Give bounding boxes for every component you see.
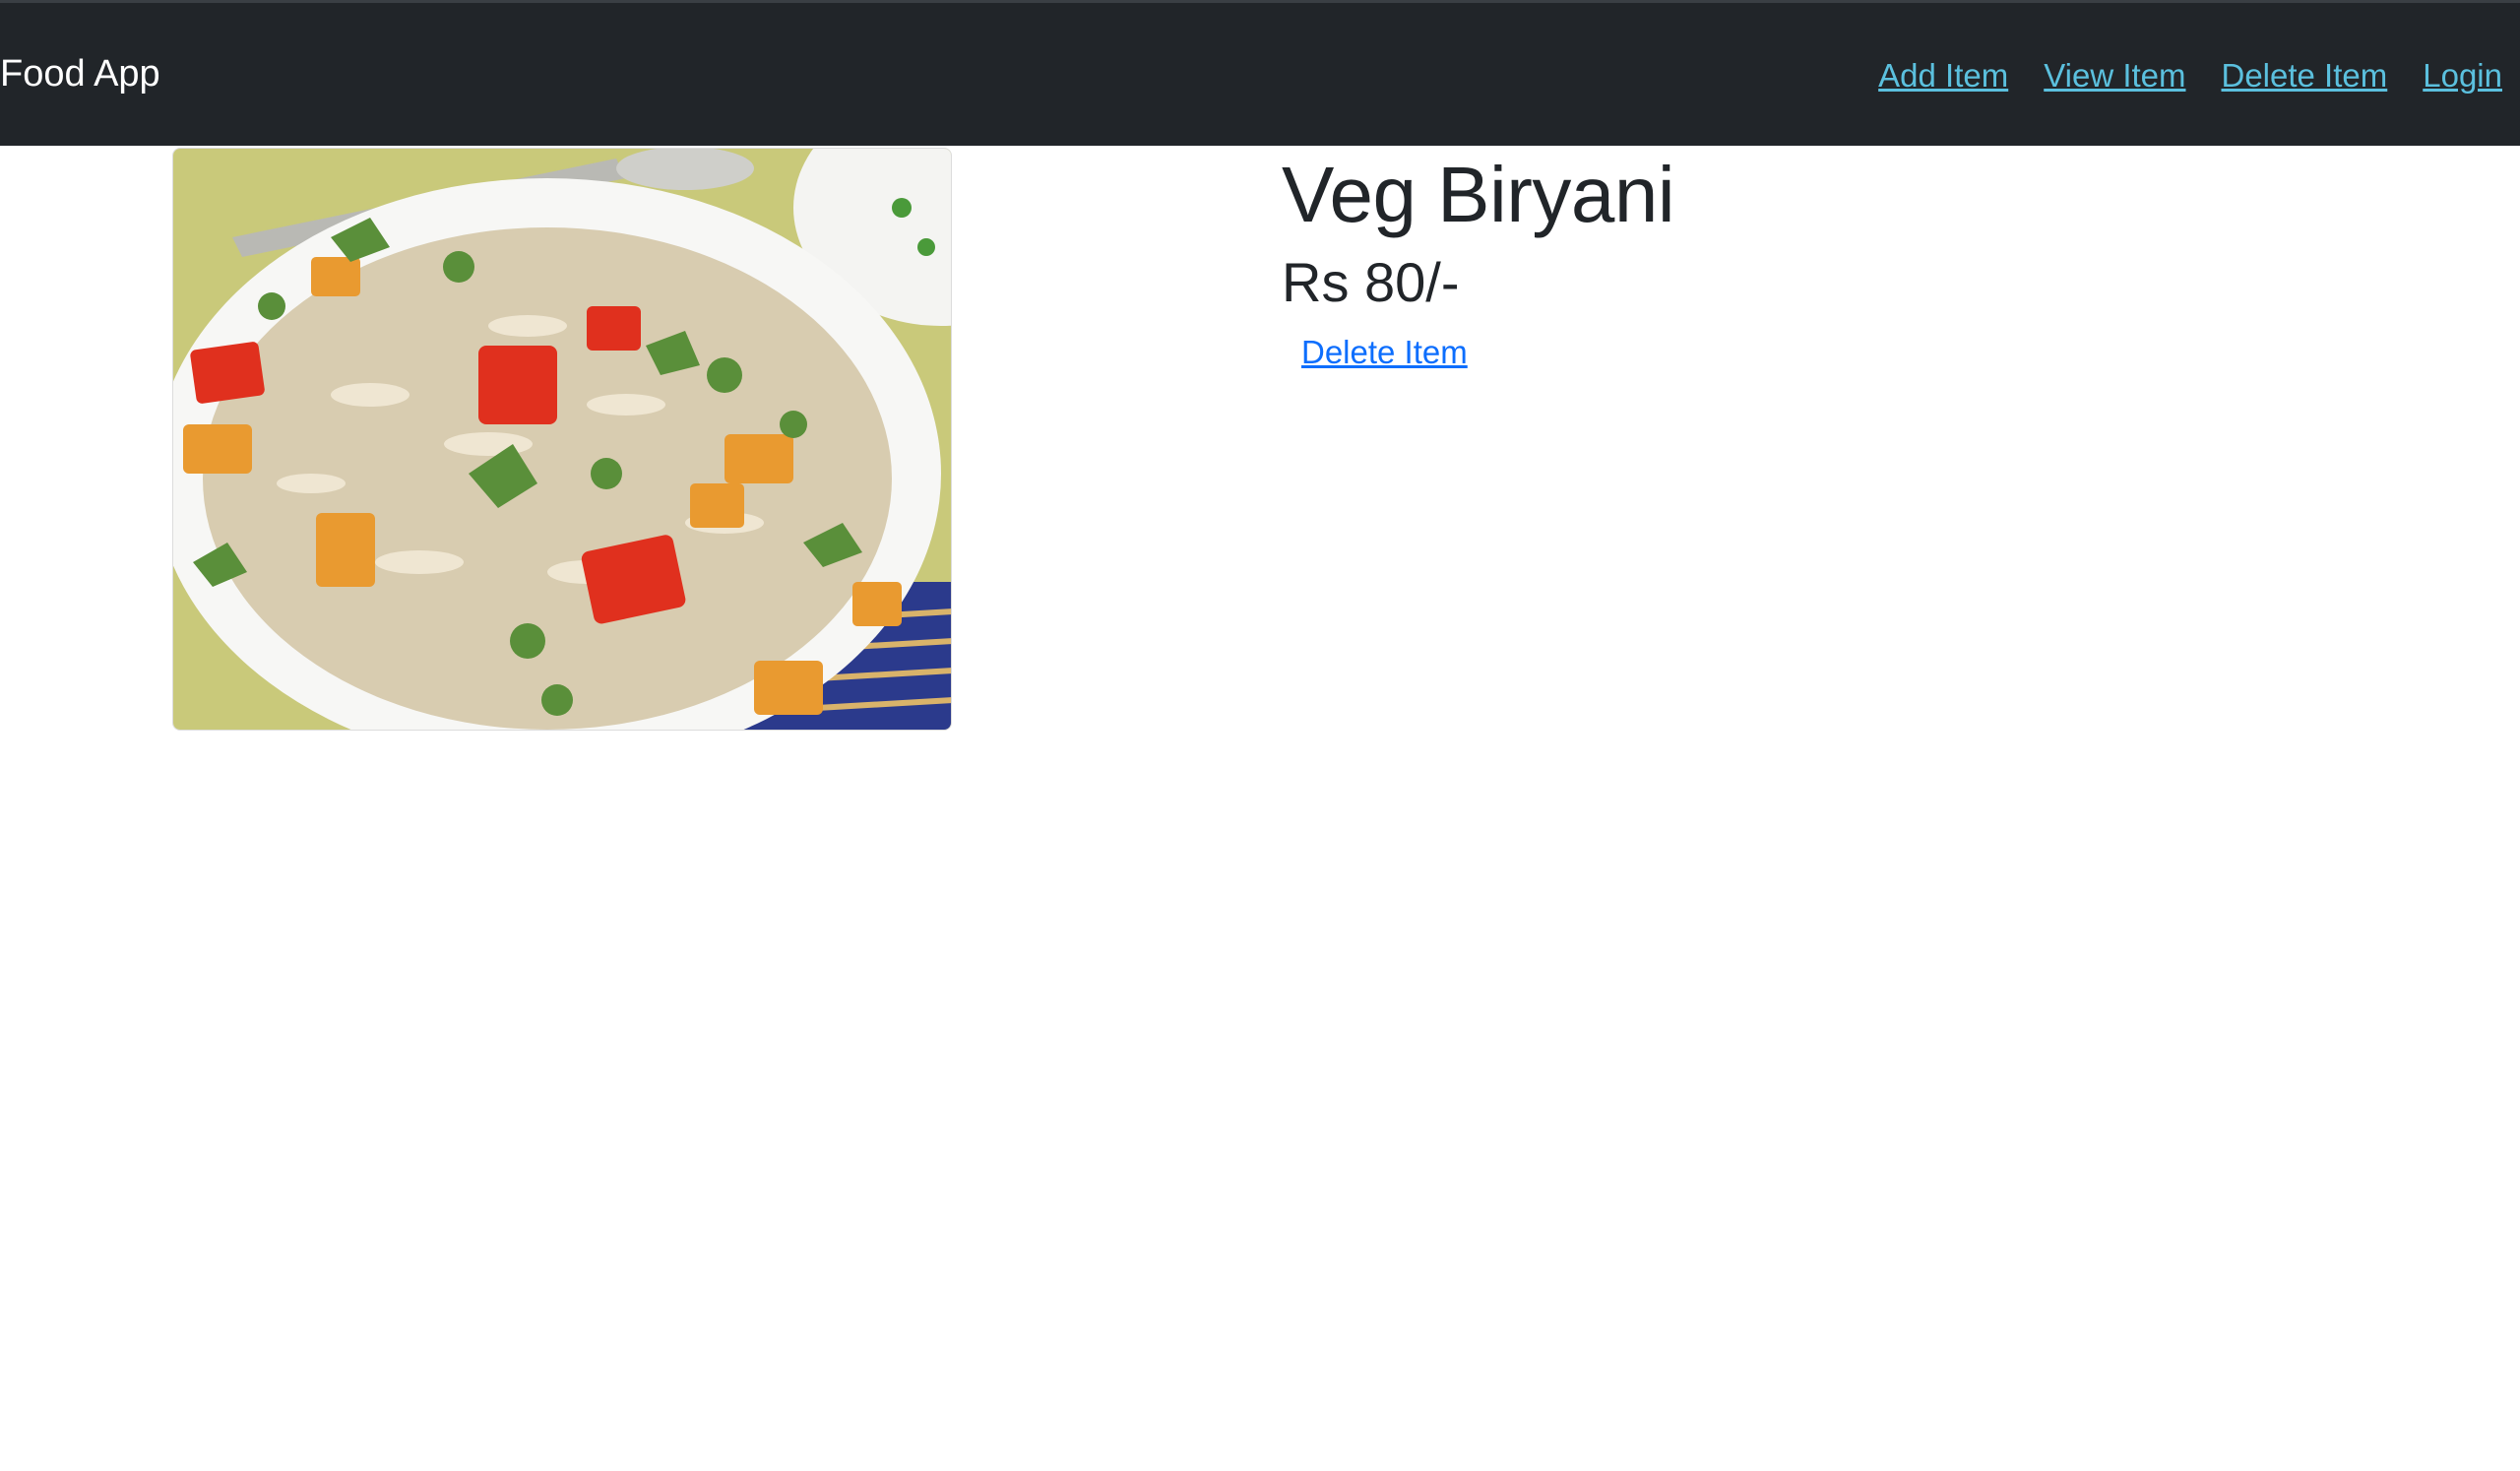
nav-links: Add Item View Item Delete Item Login xyxy=(1878,54,2520,97)
nav-login-link[interactable]: Login xyxy=(2423,54,2502,97)
item-price: Rs 80/- xyxy=(1282,251,1460,313)
nav-view-item-link[interactable]: View Item xyxy=(2044,54,2185,97)
item-title: Veg Biryani xyxy=(1282,151,1675,238)
veg-biryani-image xyxy=(172,148,952,731)
nav-delete-item-link[interactable]: Delete Item xyxy=(2222,54,2388,97)
delete-item-link[interactable]: Delete Item xyxy=(1301,331,1468,374)
nav-add-item-link[interactable]: Add Item xyxy=(1878,54,2008,97)
item-details: Veg Biryani Rs 80/- Delete Item xyxy=(1282,148,1675,374)
top-navbar: Food App Add Item View Item Delete Item … xyxy=(0,0,2520,146)
brand-logo-text[interactable]: Food App xyxy=(0,50,160,97)
